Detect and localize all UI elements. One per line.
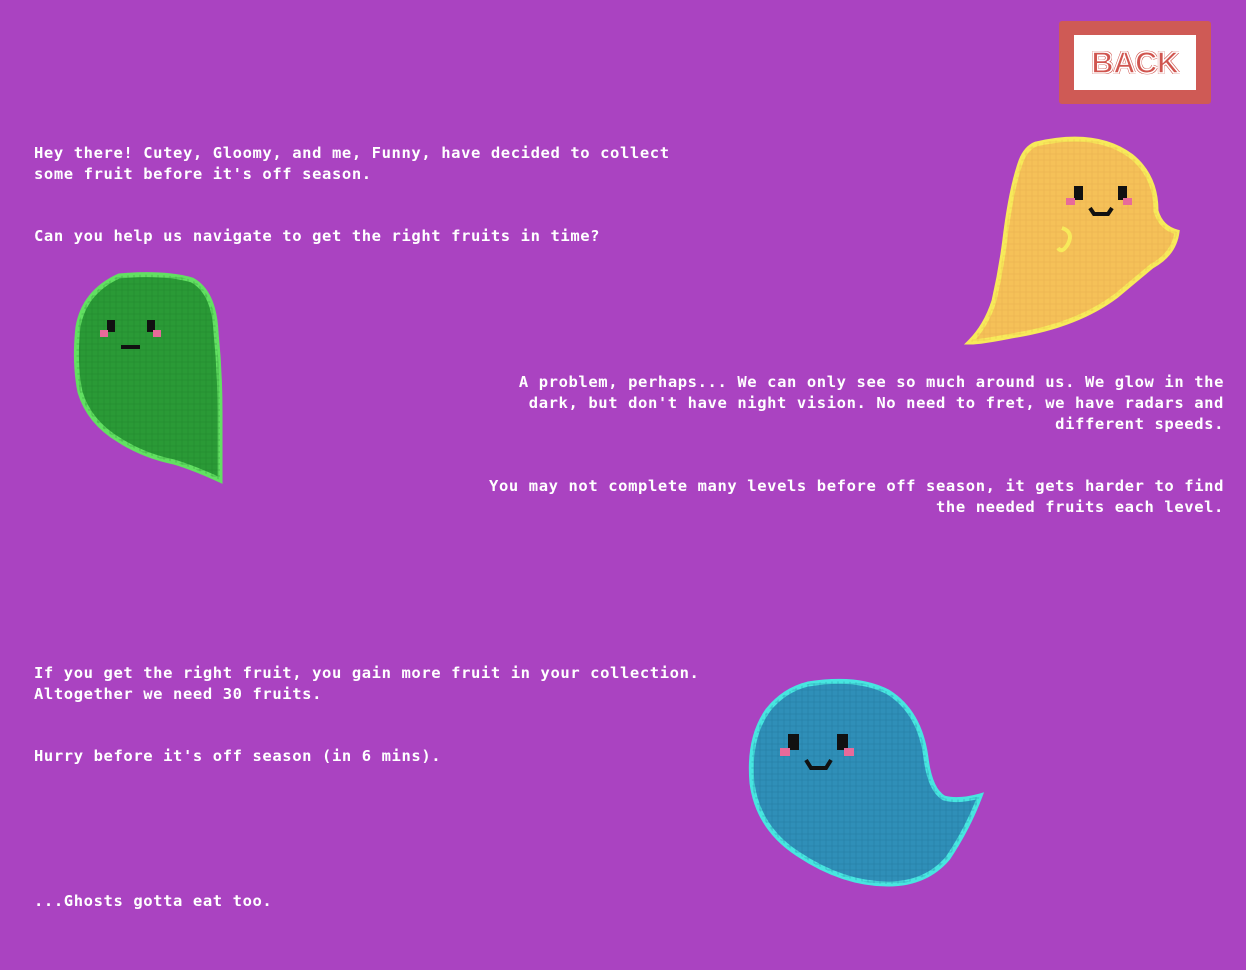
problem-paragraph: A problem, perhaps... We can only see so… [518, 373, 1224, 433]
intro-paragraph: Can you help us navigate to get the righ… [34, 227, 601, 245]
back-button-label: BACK [1090, 44, 1180, 81]
pixel-ghost-yellow-icon [963, 136, 1180, 348]
outro-text: ...Ghosts gotta eat too. [34, 892, 273, 910]
back-button-face[interactable]: BACK [1074, 35, 1196, 90]
pixel-ghost-green-icon [73, 272, 224, 484]
back-button[interactable]: BACK [1059, 21, 1211, 104]
pixel-ghost-blue-icon [748, 678, 985, 888]
problem-paragraph: You may not complete many levels before … [489, 477, 1224, 516]
intro-paragraph: Hey there! Cutey, Gloomy, and me, Funny,… [34, 144, 670, 183]
problem-text: A problem, perhaps... We can only see so… [280, 351, 1224, 539]
intro-text: Hey there! Cutey, Gloomy, and me, Funny,… [34, 122, 874, 268]
